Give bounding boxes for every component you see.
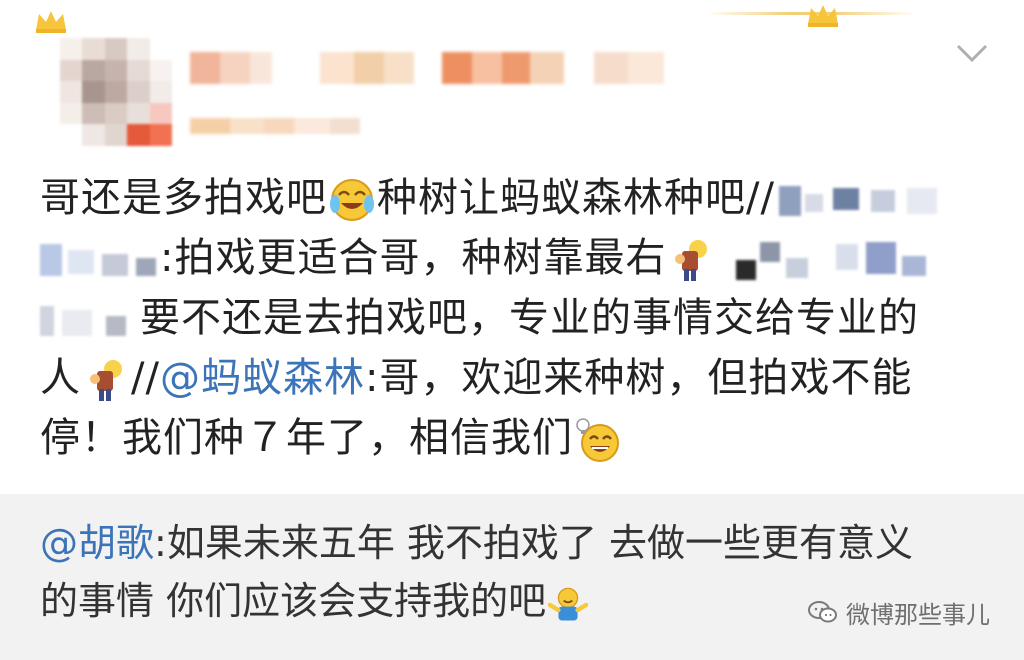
weibo-post-card: 哥还是多拍戏吧 种树让蚂蚁森林种吧// :拍戏更适合哥，种树靠最右 要不还是去拍… — [0, 0, 1024, 660]
mention-link[interactable]: @蚂蚁森林 — [160, 355, 365, 401]
post-text: :拍戏更适合哥，种树靠最右 — [160, 235, 667, 281]
redacted-username — [775, 180, 945, 220]
quoted-original-post[interactable]: @胡歌:如果未来五年 我不拍戏了 去做一些更有意义 的事情 你们应该会支持我的吧 — [0, 494, 1024, 660]
post-line: 要不还是去拍戏吧，专业的事情交给专业的 — [40, 288, 1000, 348]
redacted-username — [40, 300, 140, 340]
post-header — [0, 0, 1024, 160]
shrug-emoji-icon — [548, 587, 589, 621]
quote-text: :如果未来五年 我不拍戏了 去做一些更有意义 — [154, 521, 913, 565]
quote-text: 的事情 你们应该会支持我的吧 — [40, 579, 547, 623]
rightmost-guy-emoji-icon — [90, 360, 122, 401]
redacted-username — [40, 240, 160, 280]
chevron-down-icon[interactable] — [952, 38, 992, 68]
wechat-icon — [808, 601, 837, 623]
avatar[interactable] — [60, 38, 172, 146]
repost-separator: // — [131, 355, 160, 401]
post-line: 停！我们种７年了，相信我们 — [40, 408, 1000, 468]
post-line: 人 //@蚂蚁森林:哥，欢迎来种树，但拍戏不能 — [40, 348, 1000, 408]
watermark-text: 微博那些事儿 — [846, 600, 990, 629]
username-redacted[interactable] — [190, 52, 670, 84]
smile-lightbulb-emoji-icon — [576, 418, 619, 462]
mention-link[interactable]: @胡歌 — [40, 521, 154, 565]
post-text: 人 — [40, 355, 81, 401]
crown-icon — [808, 5, 838, 27]
post-meta-redacted — [190, 118, 360, 134]
quote-line: @胡歌:如果未来五年 我不拍戏了 去做一些更有意义 — [40, 514, 990, 572]
rightmost-guy-emoji-icon — [675, 240, 708, 281]
post-text: 哥还是多拍戏吧 — [40, 175, 327, 221]
post-text: :哥，欢迎来种树，但拍戏不能 — [364, 355, 913, 401]
watermark: 微博那些事儿 — [808, 592, 990, 632]
redacted-username — [716, 240, 936, 280]
post-text: 种树让蚂蚁森林种吧// — [377, 175, 775, 221]
post-text: 要不还是去拍戏吧，专业的事情交给专业的 — [140, 295, 919, 341]
post-text: 停！我们种７年了，相信我们 — [40, 415, 573, 461]
post-line: 哥还是多拍戏吧 种树让蚂蚁森林种吧// — [40, 168, 1000, 228]
laugh-cry-emoji-icon — [330, 179, 374, 221]
crown-icon — [36, 11, 66, 33]
post-body: 哥还是多拍戏吧 种树让蚂蚁森林种吧// :拍戏更适合哥，种树靠最右 要不还是去拍… — [40, 168, 1000, 468]
post-line: :拍戏更适合哥，种树靠最右 — [40, 228, 1000, 288]
